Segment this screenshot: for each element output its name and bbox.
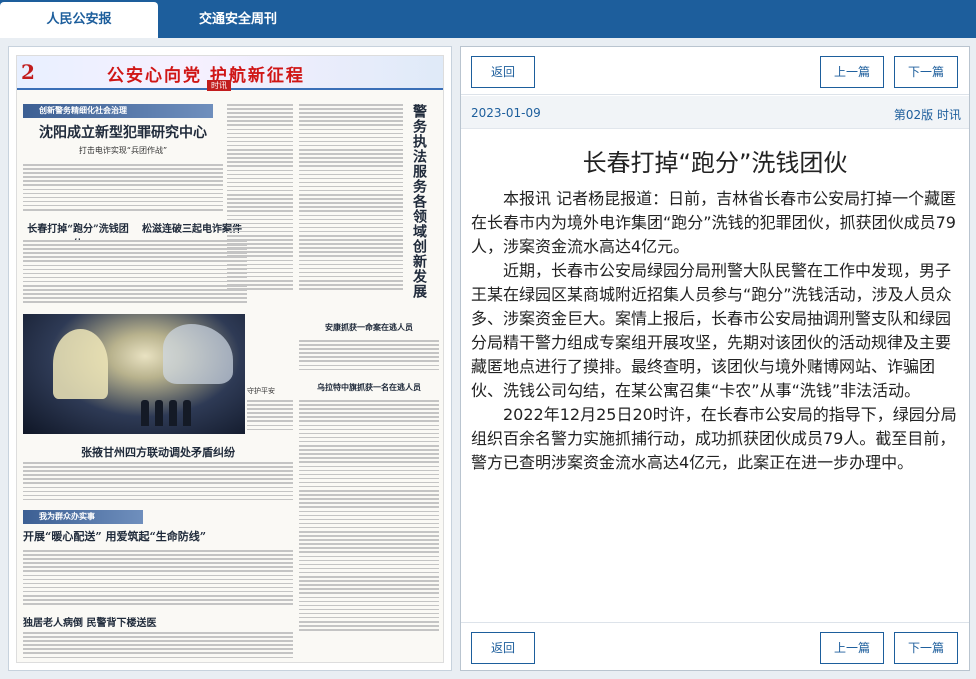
article-body: 本报讯 记者杨昆报道：日前，吉林省长春市公安局打掉一个藏匿在长春市内为境外电诈集…: [471, 187, 963, 475]
text-block-dujulaoren: [23, 632, 293, 662]
article-title: 长春打掉“跑分”洗钱团伙: [582, 149, 848, 177]
content-frame: 2 公安心向党 护航新征程 时讯 创新警务精细化社会治理 沈阳成立新型犯罪研究中…: [0, 38, 976, 679]
newspaper-masthead: 2 公安心向党 护航新征程 时讯: [17, 56, 443, 91]
news-photo: [23, 314, 245, 434]
text-block-changchun: [23, 240, 247, 312]
tab-bar: 人民公安报 交通安全周刊: [0, 0, 976, 38]
prev-article-button-bottom[interactable]: 上一篇: [820, 632, 884, 664]
headline-wulate[interactable]: 乌拉特中旗抓获一名在逃人员: [299, 382, 439, 398]
photo-caption: 守护平安: [247, 387, 275, 395]
text-block-ankang: [299, 340, 439, 378]
text-column-2: [299, 104, 403, 314]
vertical-headline[interactable]: 警务执法服务各领域创新发展: [409, 104, 429, 324]
text-block-right-bottom: [299, 400, 439, 660]
headline-changchun[interactable]: 长春打掉“跑分”洗钱团伙: [23, 220, 133, 240]
page-number: 2: [21, 60, 35, 84]
article-toolbar-top: 返回 上一篇 下一篇: [461, 47, 969, 95]
article-page-label[interactable]: 第02版 时讯: [894, 106, 961, 123]
article-paragraph: 2022年12月25日20时许，在长春市公安局的指导下，绿园分局组织百余名警力实…: [471, 405, 957, 472]
masthead-section: 时讯: [207, 80, 231, 91]
next-article-button-bottom[interactable]: 下一篇: [894, 632, 958, 664]
article-meta-bar: 2023-01-09 第02版 时讯: [461, 96, 969, 129]
masthead-title: 公安心向党 护航新征程: [107, 66, 305, 86]
text-block-shenyang: [23, 164, 223, 216]
newspaper-page-image[interactable]: 2 公安心向党 护航新征程 时讯 创新警务精细化社会治理 沈阳成立新型犯罪研究中…: [16, 55, 444, 663]
text-column-1: [227, 104, 293, 314]
back-button[interactable]: 返回: [471, 56, 535, 88]
section-banner-mid: 我为群众办实事: [23, 510, 143, 524]
section-banner-top: 创新警务精细化社会治理: [23, 104, 213, 118]
headline-zhangye[interactable]: 张掖甘州四方联动调处矛盾纠纷: [23, 444, 293, 460]
headline-ankang[interactable]: 安康抓获一命案在逃人员: [299, 322, 439, 338]
article-panel: 返回 上一篇 下一篇 2023-01-09 第02版 时讯 长春打掉“跑分”洗钱…: [460, 46, 970, 671]
headline-dujulaoren[interactable]: 独居老人病倒 民警背下楼送医: [23, 614, 293, 630]
headline-shenyang[interactable]: 沈阳成立新型犯罪研究中心 打击电诈实现“兵团作战”: [23, 122, 223, 162]
text-block-zhangye: [23, 462, 293, 506]
newspaper-panel: 2 公安心向党 护航新征程 时讯 创新警务精细化社会治理 沈阳成立新型犯罪研究中…: [8, 46, 452, 671]
article-date: 2023-01-09: [471, 106, 541, 120]
text-block-nuanxin: [23, 550, 293, 610]
photo-caption-text: [247, 400, 293, 440]
article-toolbar-bottom: 返回 上一篇 下一篇: [461, 622, 969, 670]
prev-article-button[interactable]: 上一篇: [820, 56, 884, 88]
tab-renmin-gonganbao[interactable]: 人民公安报: [0, 2, 158, 38]
back-button-bottom[interactable]: 返回: [471, 632, 535, 664]
tab-jiaotong-anquan[interactable]: 交通安全周刊: [168, 2, 308, 38]
article-paragraph: 本报讯 记者杨昆报道：日前，吉林省长春市公安局打掉一个藏匿在长春市内为境外电诈集…: [471, 189, 957, 256]
headline-nuanxin[interactable]: 开展“暖心配送” 用爱筑起“生命防线”: [23, 528, 293, 546]
article-paragraph: 近期，长春市公安局绿园分局刑警大队民警在工作中发现，男子王某在绿园区某商城附近招…: [471, 261, 952, 400]
next-article-button[interactable]: 下一篇: [894, 56, 958, 88]
